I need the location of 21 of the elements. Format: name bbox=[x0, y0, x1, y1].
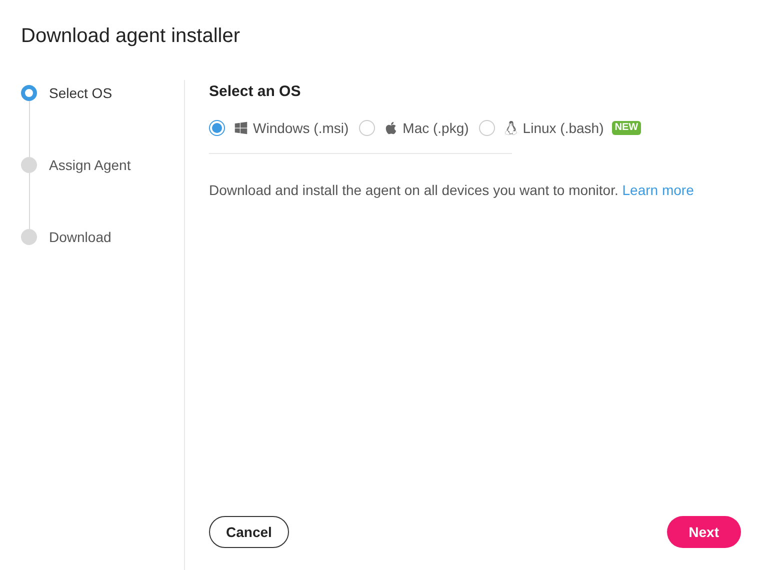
os-radio-option[interactable]: Mac (.pkg) bbox=[358, 118, 469, 138]
step-label[interactable]: Select OS bbox=[49, 82, 112, 104]
option-label: Mac (.pkg) bbox=[402, 118, 469, 138]
option-label: Linux (.bash) bbox=[522, 118, 604, 138]
radio-button[interactable] bbox=[358, 120, 375, 136]
section-heading: Select an OS bbox=[209, 82, 302, 102]
option-label: Windows (.msi) bbox=[253, 118, 349, 138]
radio-button[interactable] bbox=[478, 120, 495, 136]
apple-icon bbox=[384, 121, 398, 135]
new-badge: NEW bbox=[612, 121, 642, 135]
os-radio-option[interactable]: Linux (.bash) NEW bbox=[478, 118, 642, 138]
description-text: Download and install the agent on all devices you want to monitor. Learn more bbox=[209, 181, 695, 200]
radio-button[interactable] bbox=[209, 120, 225, 136]
os-radio-option[interactable]: Windows (.msi) bbox=[209, 118, 349, 138]
cancel-button[interactable]: Cancel bbox=[209, 516, 289, 548]
windows-icon bbox=[234, 121, 248, 135]
step-label[interactable]: Assign Agent bbox=[49, 154, 131, 176]
penguin-icon bbox=[504, 121, 518, 135]
dialog-title: Download agent installer bbox=[21, 24, 242, 48]
next-button[interactable]: Next bbox=[666, 516, 741, 548]
step-label[interactable]: Download bbox=[49, 226, 112, 248]
